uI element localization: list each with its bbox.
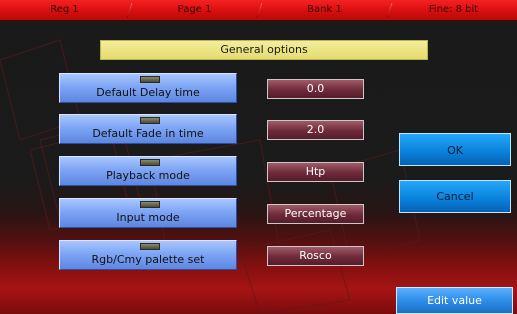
option-label: Default Delay time (96, 86, 200, 99)
led-indicator (140, 201, 160, 208)
led-indicator (140, 159, 160, 166)
default-delay-time-button[interactable]: Default Delay time (59, 73, 237, 103)
playback-mode-value[interactable]: Htp (267, 162, 364, 182)
rgb-cmy-palette-set-button[interactable]: Rgb/Cmy palette set (59, 240, 237, 270)
status-bank: Bank 1 (307, 4, 342, 15)
status-bar: Reg 1 Page 1 Bank 1 Fine: 8 bit (0, 0, 517, 21)
option-label: Input mode (116, 211, 180, 224)
led-indicator (140, 243, 160, 250)
default-fade-in-time-button[interactable]: Default Fade in time (59, 114, 237, 144)
status-register: Reg 1 (50, 4, 79, 15)
playback-mode-button[interactable]: Playback mode (59, 156, 237, 186)
cancel-button[interactable]: Cancel (399, 180, 511, 213)
option-label: Playback mode (106, 169, 190, 182)
status-page: Page 1 (177, 4, 212, 15)
rgb-cmy-palette-set-value[interactable]: Rosco (267, 246, 364, 266)
led-indicator (140, 76, 160, 83)
option-label: Default Fade in time (92, 127, 204, 140)
input-mode-value[interactable]: Percentage (267, 204, 364, 224)
default-delay-time-value[interactable]: 0.0 (267, 79, 364, 99)
led-indicator (140, 117, 160, 124)
input-mode-button[interactable]: Input mode (59, 198, 237, 228)
default-fade-in-time-value[interactable]: 2.0 (267, 120, 364, 140)
status-fine-mode: Fine: 8 bit (428, 4, 479, 15)
ok-button[interactable]: OK (399, 133, 511, 166)
edit-value-button[interactable]: Edit value (396, 287, 513, 314)
option-label: Rgb/Cmy palette set (91, 253, 205, 266)
section-header: General options (100, 40, 428, 60)
